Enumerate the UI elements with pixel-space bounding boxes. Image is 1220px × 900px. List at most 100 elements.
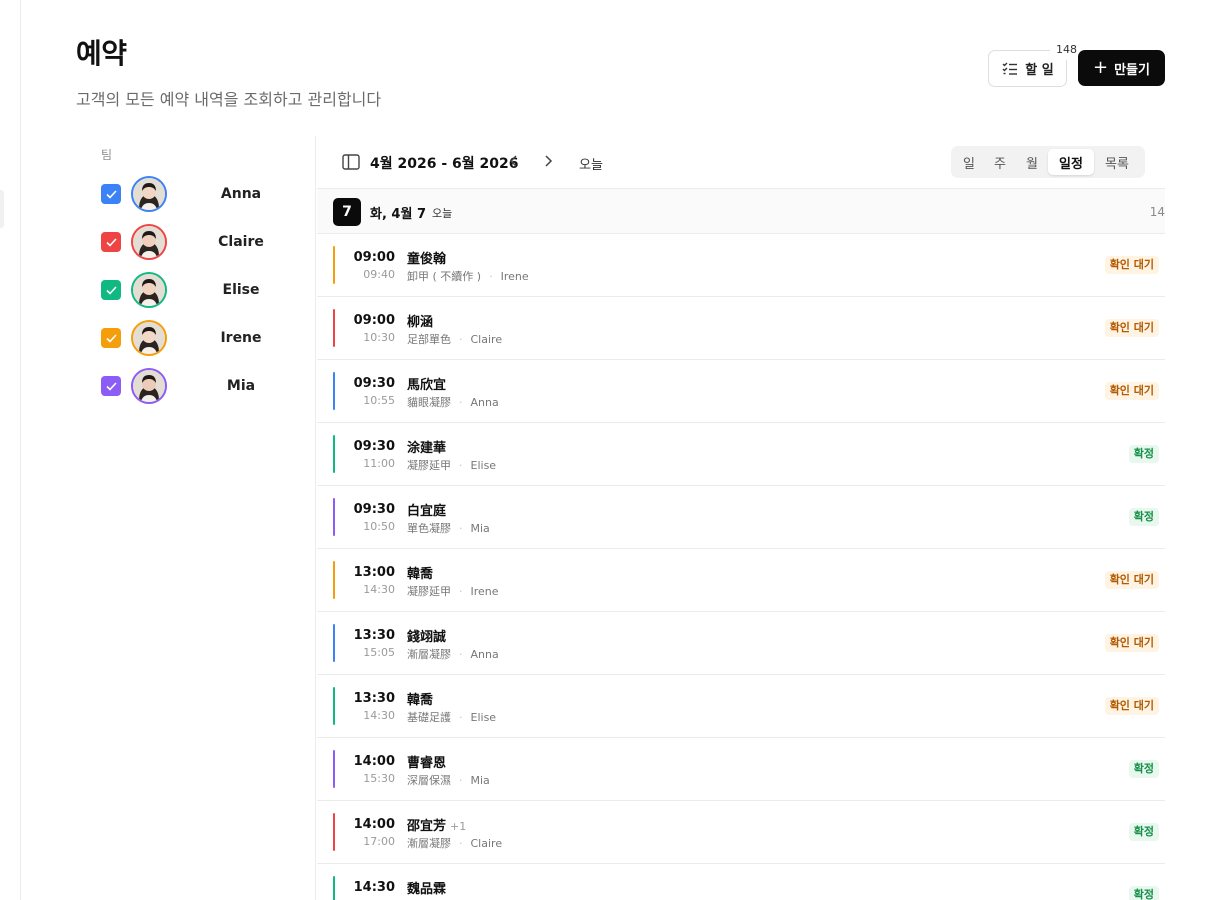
appointment-meta: 足部單色 · Claire [407, 331, 502, 347]
team-member-irene[interactable]: Irene [101, 320, 301, 356]
appointment-row[interactable]: 13:00 14:30 韓喬 凝膠延甲 · Irene 확인 대기 [317, 549, 1165, 612]
client-name-group: 柳涵 [407, 311, 433, 330]
appointment-meta: 漸層凝膠 · Claire [407, 835, 502, 851]
client-name-group: 邵宜芳 +1 [407, 815, 466, 834]
start-time: 09:00 [353, 313, 395, 328]
team-member-name: Irene [220, 330, 262, 346]
appointment-row[interactable]: 09:30 10:55 馬欣宜 貓眼凝膠 · Anna 확인 대기 [317, 360, 1165, 423]
client-name: 邵宜芳 [407, 819, 447, 834]
day-label: 화, 4월 7 [370, 207, 427, 222]
service-name: 凝膠延甲 [407, 585, 451, 598]
staff-name: Anna [470, 396, 499, 409]
team-checkbox[interactable] [101, 184, 121, 204]
staff-color-bar [333, 372, 335, 410]
view-tab[interactable]: 일정 [1048, 149, 1094, 175]
sidebar-handle[interactable] [0, 190, 4, 228]
client-name-group: 魏品霖 [407, 878, 446, 897]
separator-dot: · [459, 333, 463, 346]
chevron-left-icon[interactable] [504, 151, 524, 171]
check-icon [105, 285, 117, 295]
view-tab[interactable]: 일 [954, 149, 984, 175]
client-name: 白宜庭 [407, 504, 447, 519]
appointment-row[interactable]: 13:30 14:30 韓喬 基礎足護 · Elise 확인 대기 [317, 675, 1165, 738]
team-member-name: Claire [218, 234, 264, 250]
staff-name: Elise [470, 459, 497, 472]
team-checkbox[interactable] [101, 328, 121, 348]
team-checkbox[interactable] [101, 376, 121, 396]
service-name: 單色凝膠 [407, 522, 451, 535]
chevron-right-icon[interactable] [538, 151, 558, 171]
client-name-group: 韓喬 [407, 563, 433, 582]
team-member-anna[interactable]: Anna [101, 176, 301, 212]
end-time: 14:30 [363, 583, 395, 596]
checklist-icon [1002, 62, 1018, 75]
client-name-group: 馬欣宜 [407, 374, 446, 393]
status-badge: 확정 [1128, 508, 1159, 526]
end-time: 09:40 [363, 268, 395, 281]
avatar [131, 272, 167, 308]
appointment-row[interactable]: 09:00 09:40 童俊翰 卸甲 ( 不續作 ) · Irene 확인 대기 [317, 234, 1165, 297]
client-name: 童俊翰 [407, 252, 447, 267]
appointment-row[interactable]: 14:00 17:00 邵宜芳 +1 漸層凝膠 · Claire 확정 [317, 801, 1165, 864]
appointment-row[interactable]: 09:30 11:00 涂建華 凝膠延甲 · Elise 확정 [317, 423, 1165, 486]
appointment-meta: 基礎足護 · Elise [407, 709, 496, 725]
appointment-row[interactable]: 09:30 10:50 白宜庭 單色凝膠 · Mia 확정 [317, 486, 1165, 549]
appointment-meta: 漸層凝膠 · Anna [407, 646, 499, 662]
staff-color-bar [333, 624, 335, 662]
start-time: 13:00 [353, 565, 395, 580]
team-label: 팀 [101, 148, 113, 162]
end-time: 10:30 [363, 331, 395, 344]
team-member-elise[interactable]: Elise [101, 272, 301, 308]
service-name: 漸層凝膠 [407, 837, 451, 850]
client-name-group: 韓喬 [407, 689, 433, 708]
staff-name: Irene [500, 270, 529, 283]
extra-guest-count: +1 [450, 820, 467, 833]
staff-name: Claire [470, 837, 503, 850]
appointment-row[interactable]: 14:30 魏品霖 확정 [317, 864, 1165, 900]
start-time: 09:00 [353, 250, 395, 265]
appointment-row[interactable]: 13:30 15:05 錢翊誠 漸層凝膠 · Anna 확인 대기 [317, 612, 1165, 675]
create-label: 만들기 [1114, 62, 1150, 78]
today-button[interactable]: 오늘 [579, 154, 603, 173]
appointment-meta: 卸甲 ( 不續作 ) · Irene [407, 268, 529, 284]
day-appointment-count: 14 [1149, 205, 1165, 219]
page-header: 예약 고객의 모든 예약 내역을 조회하고 관리합니다 [76, 32, 381, 110]
status-badge: 확인 대기 [1104, 571, 1159, 589]
calendar-toolbar: 4월 2026 - 6월 2026 오늘 일 주 월 일정 목록 [317, 136, 1165, 189]
sidebar-toggle-icon[interactable] [342, 154, 360, 170]
view-tab[interactable]: 월 [1016, 149, 1048, 175]
status-badge: 확정 [1128, 760, 1159, 778]
start-time: 13:30 [353, 691, 395, 706]
end-time: 17:00 [363, 835, 395, 848]
start-time: 14:30 [353, 880, 395, 895]
team-checkbox[interactable] [101, 280, 121, 300]
start-time: 09:30 [353, 376, 395, 391]
service-name: 凝膠延甲 [407, 459, 451, 472]
end-time: 15:30 [363, 772, 395, 785]
client-name-group: 童俊翰 [407, 248, 446, 267]
view-tab[interactable]: 목록 [1094, 149, 1140, 175]
appointment-row[interactable]: 14:00 15:30 曹睿恩 深層保濕 · Mia 확정 [317, 738, 1165, 801]
service-name: 漸層凝膠 [407, 648, 451, 661]
start-time: 14:00 [353, 754, 395, 769]
end-time: 10:55 [363, 394, 395, 407]
team-member-name: Anna [220, 186, 262, 202]
team-member-claire[interactable]: Claire [101, 224, 301, 260]
team-checkbox[interactable] [101, 232, 121, 252]
create-button[interactable]: + 만들기 [1078, 50, 1165, 86]
appointment-row[interactable]: 09:00 10:30 柳涵 足部單色 · Claire 확인 대기 [317, 297, 1165, 360]
service-name: 深層保濕 [407, 774, 451, 787]
start-time: 09:30 [353, 502, 395, 517]
separator-dot: · [489, 270, 493, 283]
client-name-group: 曹睿恩 [407, 752, 446, 771]
view-switcher: 일 주 월 일정 목록 [951, 146, 1145, 178]
staff-color-bar [333, 246, 335, 284]
start-time: 09:30 [353, 439, 395, 454]
view-tab[interactable]: 주 [984, 149, 1016, 175]
day-header: 7 화, 4월 7 오늘 14 [317, 189, 1165, 234]
staff-color-bar [333, 498, 335, 536]
status-badge: 확정 [1128, 823, 1159, 841]
avatar [131, 176, 167, 212]
team-member-mia[interactable]: Mia [101, 368, 301, 404]
client-name: 韓喬 [407, 693, 434, 708]
